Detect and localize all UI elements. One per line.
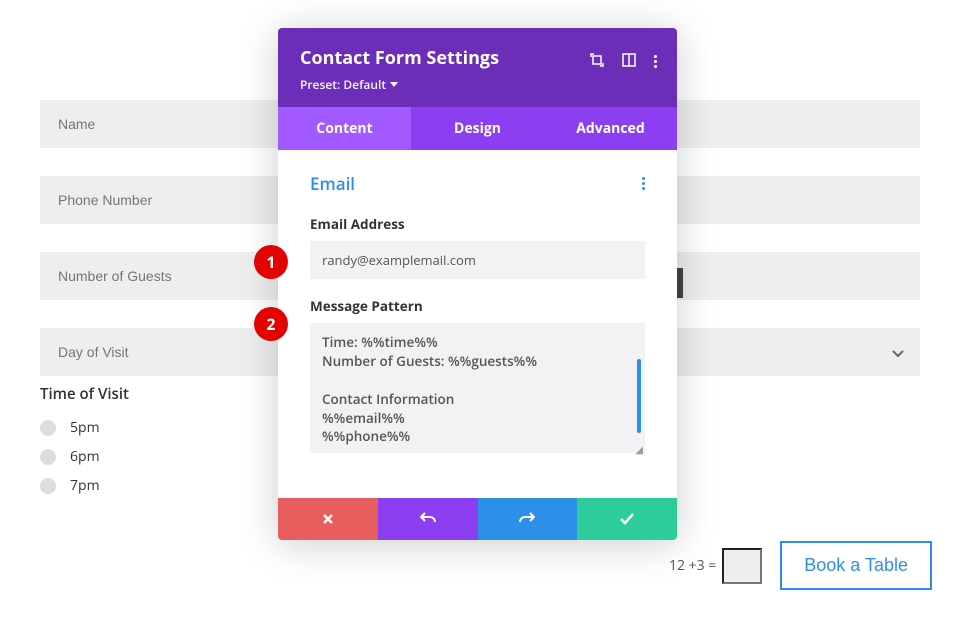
modal-body: Email Email Address Message Pattern ◢ [278, 150, 677, 498]
chevron-down-icon [892, 341, 904, 363]
time-option-text: 5pm [70, 418, 100, 437]
captcha-input[interactable] [722, 548, 762, 584]
redo-button[interactable] [478, 498, 578, 540]
section-more-icon[interactable] [642, 177, 645, 190]
save-button[interactable] [577, 498, 677, 540]
email-address-input[interactable] [310, 241, 645, 279]
modal-footer [278, 498, 677, 540]
annotation-badge-1: 1 [254, 245, 288, 279]
preset-dropdown[interactable]: Preset: Default [300, 76, 499, 93]
message-pattern-label: Message Pattern [310, 297, 645, 315]
resize-handle-icon[interactable]: ◢ [635, 444, 643, 454]
email-section-title[interactable]: Email [310, 172, 355, 195]
settings-modal: Contact Form Settings Preset: Default Co… [278, 28, 677, 540]
close-icon [322, 508, 334, 530]
caret-down-icon [390, 82, 398, 87]
redo-icon [519, 508, 535, 530]
module-handle [677, 268, 683, 298]
radio-icon [40, 478, 56, 494]
bottom-row: 12 +3 = Book a Table [669, 541, 932, 590]
tab-content[interactable]: Content [278, 107, 411, 150]
radio-icon [40, 449, 56, 465]
snap-icon[interactable] [622, 50, 636, 72]
time-option-text: 6pm [70, 447, 100, 466]
tab-design[interactable]: Design [411, 107, 544, 150]
book-table-button[interactable]: Book a Table [780, 541, 932, 590]
more-icon[interactable] [654, 55, 657, 68]
cancel-button[interactable] [278, 498, 378, 540]
time-option-text: 7pm [70, 476, 100, 495]
expand-icon[interactable] [590, 50, 604, 72]
modal-tabs: Content Design Advanced [278, 107, 677, 150]
message-pattern-textarea[interactable] [310, 323, 645, 453]
undo-icon [420, 508, 436, 530]
modal-title: Contact Form Settings [300, 46, 499, 70]
check-icon [620, 508, 634, 530]
preset-label: Preset: Default [300, 76, 386, 93]
captcha: 12 +3 = [669, 548, 762, 584]
captcha-text: 12 +3 = [669, 556, 716, 575]
email-address-label: Email Address [310, 215, 645, 233]
undo-button[interactable] [378, 498, 478, 540]
radio-icon [40, 420, 56, 436]
scrollbar[interactable] [637, 359, 641, 433]
annotation-badge-2: 2 [254, 307, 288, 341]
tab-advanced[interactable]: Advanced [544, 107, 677, 150]
modal-header: Contact Form Settings Preset: Default [278, 28, 677, 107]
